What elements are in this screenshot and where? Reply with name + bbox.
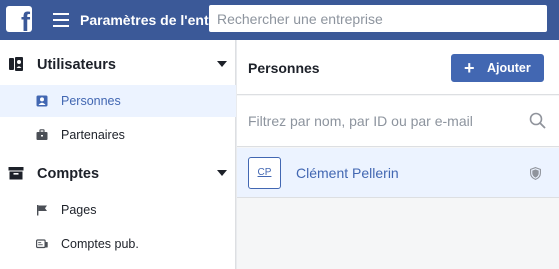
top-bar: f Paramètres de l'entreprise (0, 0, 559, 40)
sidebar-item-pages[interactable]: Pages (0, 194, 236, 226)
business-search-input[interactable] (209, 5, 547, 32)
filter-bar (237, 96, 559, 147)
flag-icon (37, 205, 47, 216)
sidebar-item-comptes-pub[interactable]: Comptes pub. (0, 228, 236, 260)
sidebar-item-label: Partenaires (61, 128, 125, 142)
avatar: CP (248, 157, 281, 189)
avatar-initials: CP (257, 167, 272, 178)
business-search[interactable] (209, 5, 547, 32)
search-icon[interactable] (529, 112, 546, 129)
add-button-label: Ajouter (487, 61, 531, 75)
person-list-item[interactable]: CP Clément Pellerin (237, 148, 559, 198)
users-icon (9, 57, 23, 71)
person-name[interactable]: Clément Pellerin (296, 164, 399, 182)
sidebar-item-label: Comptes pub. (61, 237, 139, 251)
shield-icon (530, 167, 541, 180)
sidebar-item-label: Personnes (61, 94, 121, 108)
facebook-logo-icon[interactable]: f (6, 6, 32, 32)
sidebar-section-comptes[interactable]: Comptes (0, 157, 236, 189)
sidebar-section-label: Comptes (37, 166, 100, 182)
logo-letter: f (21, 7, 30, 33)
archive-icon (8, 167, 24, 180)
briefcase-icon (36, 129, 48, 140)
sidebar-section-utilisateurs[interactable]: Utilisateurs (0, 48, 236, 80)
sidebar-item-personnes[interactable]: Personnes (0, 85, 236, 117)
add-button[interactable]: + Ajouter (451, 54, 544, 82)
person-icon (36, 95, 48, 107)
people-panel: Personnes + Ajouter CP Clément Pellerin (237, 40, 559, 269)
sidebar-section-label: Utilisateurs (37, 57, 116, 73)
plus-icon: + (464, 58, 475, 78)
chevron-down-icon[interactable] (217, 61, 227, 67)
sidebar-item-label: Pages (61, 203, 97, 217)
panel-header: Personnes + Ajouter (237, 40, 559, 95)
page-title: Personnes (248, 60, 320, 76)
sidebar: Utilisateurs Personnes Partenaires Compt… (0, 40, 236, 269)
chevron-down-icon[interactable] (217, 170, 227, 176)
sidebar-item-partenaires[interactable]: Partenaires (0, 119, 236, 151)
ad-account-icon (36, 239, 48, 249)
filter-input[interactable] (237, 96, 527, 146)
menu-icon[interactable] (53, 13, 69, 27)
app-title: Paramètres de l'entreprise (80, 12, 210, 28)
